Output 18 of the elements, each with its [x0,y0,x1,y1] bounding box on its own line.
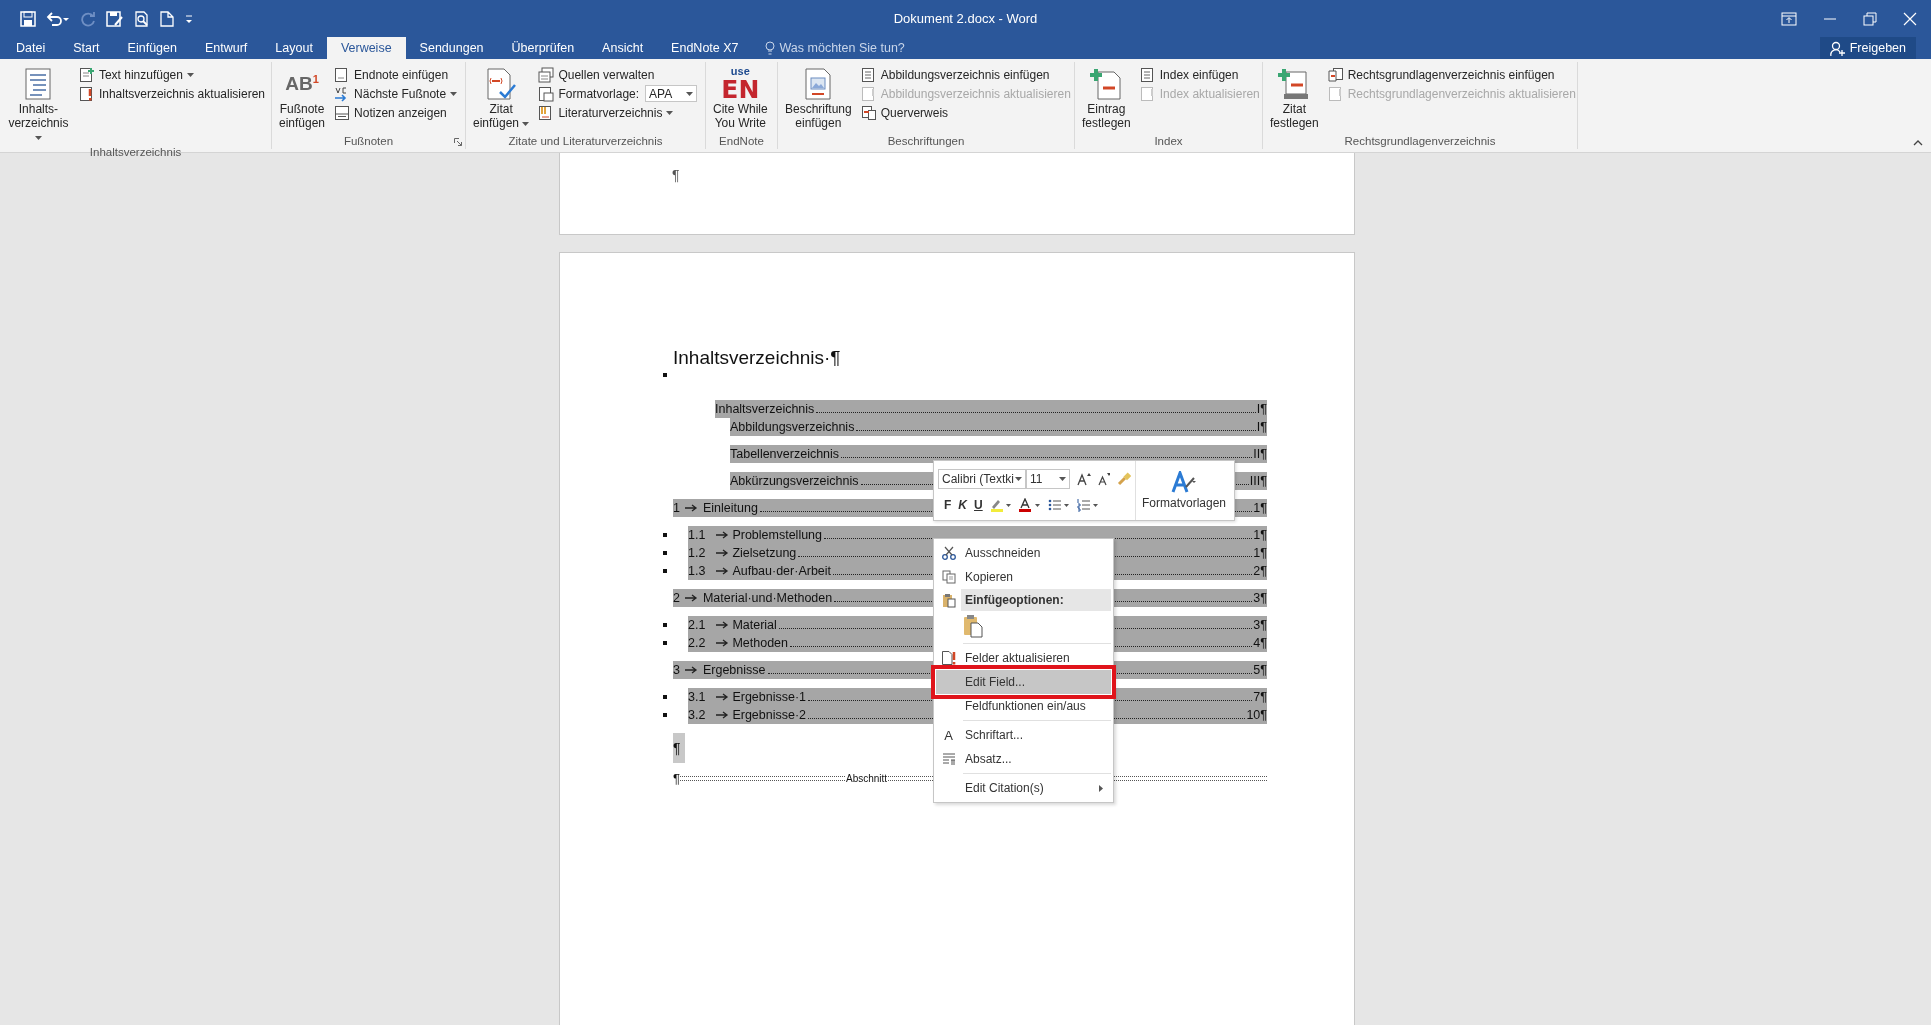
font-letter-icon: A [944,727,953,743]
window-title: Dokument 2.docx - Word [893,11,1038,26]
section-break-label: Abschnitt [845,773,889,784]
paragraph-mark: ¶ [673,733,685,763]
group-label: Beschriftungen [887,134,965,147]
paragraph-mark: ¶ [673,771,680,786]
group-label: Rechtsgrundlagenverzeichnis [1344,134,1496,147]
endnote-logo: use EN [721,66,760,102]
footnote-icon: AB$^{1}$ [285,74,319,94]
menu-section-header: Einfügeoptionen: [961,589,1111,611]
group-label: EndNote [719,134,764,147]
style-label: Formatvorlage: [558,86,640,101]
group-label: Fußnoten [343,134,394,147]
group-label: Zitate und Literaturverzeichnis [508,134,663,147]
paragraph-mark: ¶ [672,167,680,183]
group-label: Inhaltsverzeichnis [89,146,182,158]
group-label: Index [1154,134,1183,147]
toc-heading: Inhaltsverzeichnis·¶ [673,346,842,370]
